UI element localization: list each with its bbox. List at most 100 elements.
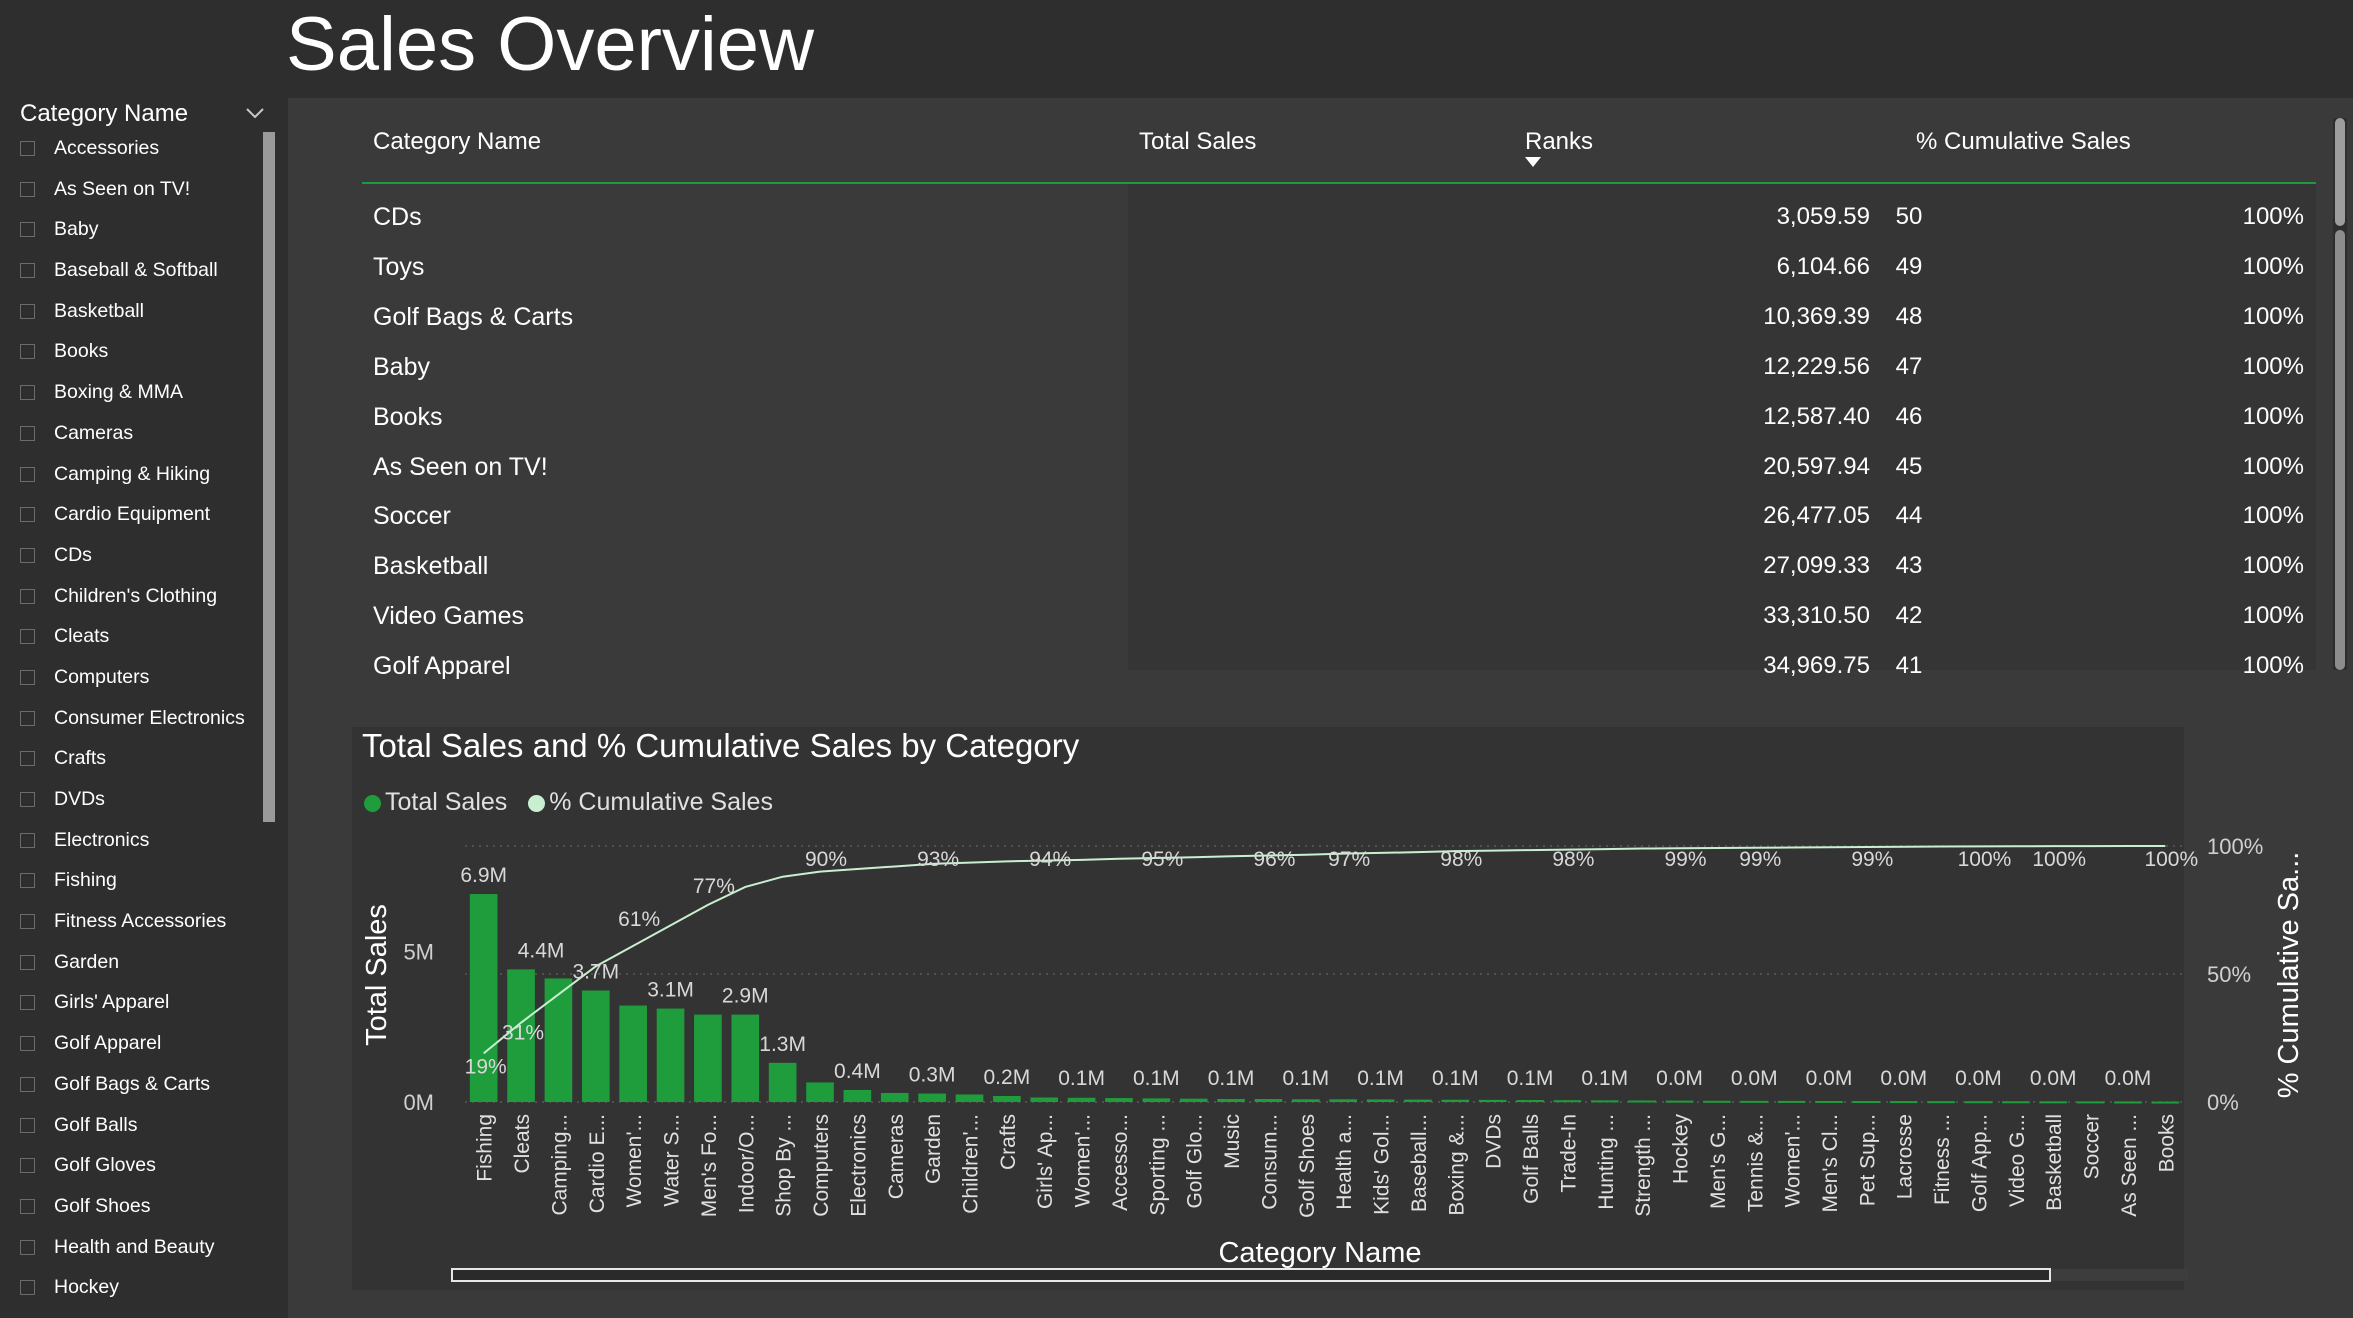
x-tick-label: Fitness ... [1931, 1114, 1954, 1205]
bar [1516, 1100, 1544, 1103]
bar [2002, 1101, 2030, 1104]
x-tick-label: Women'... [623, 1114, 646, 1208]
x-tick-label: Hockey [1670, 1114, 1693, 1185]
x-tick-label: Lacrosse [1894, 1114, 1917, 1199]
bar-data-label: 0.0M [2030, 1067, 2077, 1090]
bar [1366, 1099, 1395, 1102]
bar [955, 1094, 984, 1102]
y2-tick-label: 100% [2207, 834, 2263, 859]
bar [1889, 1101, 1918, 1104]
bar [2039, 1101, 2068, 1104]
combo-chart: 0M 5M 0% 50% 100% Total Sales % Cumulative Sa.… [361, 834, 2305, 1282]
bar [1628, 1100, 1656, 1103]
x-tick-label: Cardio E... [586, 1114, 609, 1213]
line-data-label: 95% [1141, 848, 1183, 871]
line-data-label: 94% [1029, 848, 1071, 871]
bar [1105, 1098, 1133, 1102]
bar-data-label: 0.0M [1806, 1067, 1853, 1090]
line-data-label: 99% [1851, 848, 1893, 871]
x-tick-label: Trade-In [1557, 1114, 1580, 1193]
bar-data-label: 0.4M [834, 1060, 881, 1083]
bar-data-label: 6.9M [460, 864, 507, 887]
bar-data-label: 2.9M [722, 985, 769, 1008]
bar [694, 1014, 722, 1102]
bar [768, 1062, 797, 1102]
x-tick-label: Computers [810, 1114, 833, 1217]
bar-data-label: 0.2M [984, 1066, 1031, 1089]
x-tick-label: Books [2155, 1114, 2178, 1172]
bar-data-label: 0.1M [1133, 1067, 1180, 1090]
bar [1740, 1100, 1769, 1103]
x-tick-label: Men's Fo... [698, 1114, 721, 1217]
bar [1030, 1097, 1059, 1102]
bar-data-label: 1.3M [759, 1033, 806, 1056]
bar [880, 1092, 909, 1102]
x-tick-label: Golf App... [1968, 1114, 1991, 1212]
x-tick-label: Cleats [511, 1114, 534, 1174]
x-tick-label: Golf Glo... [1184, 1114, 1207, 1209]
bar [619, 1005, 647, 1102]
x-tick-label: Water S... [661, 1114, 684, 1207]
x-tick-label: Men's Cl... [1819, 1114, 1842, 1213]
x-tick-label: Golf Shoes [1296, 1114, 1319, 1218]
line-data-label: 100% [2032, 848, 2086, 871]
bar-data-label: 0.0M [1955, 1067, 2002, 1090]
x-tick-label: Soccer [2081, 1114, 2104, 1179]
bar [1478, 1099, 1507, 1102]
x-tick-label: Men's G... [1707, 1114, 1730, 1209]
x-tick-label: Kids' Gol... [1371, 1114, 1394, 1215]
line-data-label: 98% [1440, 848, 1482, 871]
x-tick-label: Sporting ... [1146, 1114, 1169, 1216]
x-tick-label: Fishing [474, 1114, 497, 1182]
y-tick-label: 5M [403, 939, 434, 964]
x-tick-label: Hunting ... [1595, 1114, 1618, 1210]
bar [1441, 1099, 1470, 1102]
bar [2114, 1101, 2142, 1104]
bar-data-label: 0.1M [1282, 1067, 1329, 1090]
x-tick-label: Video G... [2006, 1114, 2029, 1207]
bar [1665, 1100, 1694, 1103]
bar [544, 978, 573, 1102]
bar-data-label: 0.3M [909, 1064, 956, 1087]
x-tick-label: Women'... [1782, 1114, 1805, 1208]
bar-data-label: 4.4M [518, 939, 565, 962]
bar [581, 990, 610, 1102]
x-tick-label: Basketball [2043, 1114, 2066, 1211]
line-data-label: 61% [618, 908, 660, 931]
x-tick-label: Indoor/O... [735, 1114, 758, 1213]
line-data-label: 99% [1664, 848, 1706, 871]
x-tick-label: Electronics [847, 1114, 870, 1217]
x-tick-label: Pet Sup... [1856, 1114, 1879, 1206]
x-tick-label: Baseball... [1408, 1114, 1431, 1212]
bar [2151, 1101, 2180, 1104]
bar-data-label: 0.1M [1058, 1067, 1105, 1090]
bar [1777, 1100, 1806, 1103]
line-data-label: 19% [465, 1055, 507, 1078]
bar [1329, 1099, 1358, 1102]
chart-scroll-thumb[interactable] [451, 1268, 2051, 1282]
bar-data-label: 0.1M [1208, 1067, 1255, 1090]
y-axis-title: Total Sales [361, 904, 393, 1046]
y2-tick-label: 0% [2207, 1090, 2239, 1115]
bar [1254, 1098, 1283, 1102]
bar [918, 1093, 946, 1102]
y-tick-label: 0M [403, 1090, 434, 1115]
bar [1964, 1101, 1993, 1104]
bar-data-label: 0.1M [1581, 1067, 1628, 1090]
bar-data-label: 0.0M [1731, 1067, 1778, 1090]
bar-data-label: 0.0M [1656, 1067, 1703, 1090]
line-data-label: 100% [1958, 848, 2012, 871]
line-data-label: 93% [917, 848, 959, 871]
x-tick-label: Boxing &... [1445, 1114, 1468, 1216]
bar-data-label: 0.0M [2105, 1067, 2152, 1090]
bar [1404, 1099, 1432, 1102]
y2-tick-label: 50% [2207, 962, 2251, 987]
bar-data-label: 0.1M [1357, 1067, 1404, 1090]
x-tick-label: Music [1221, 1114, 1244, 1169]
line-data-label: 97% [1328, 848, 1370, 871]
bar [843, 1089, 872, 1102]
line-data-label: 96% [1253, 848, 1295, 871]
bar [1291, 1099, 1320, 1102]
x-tick-label: Tennis &... [1744, 1114, 1767, 1212]
bar-data-label: 3.7M [572, 960, 619, 983]
